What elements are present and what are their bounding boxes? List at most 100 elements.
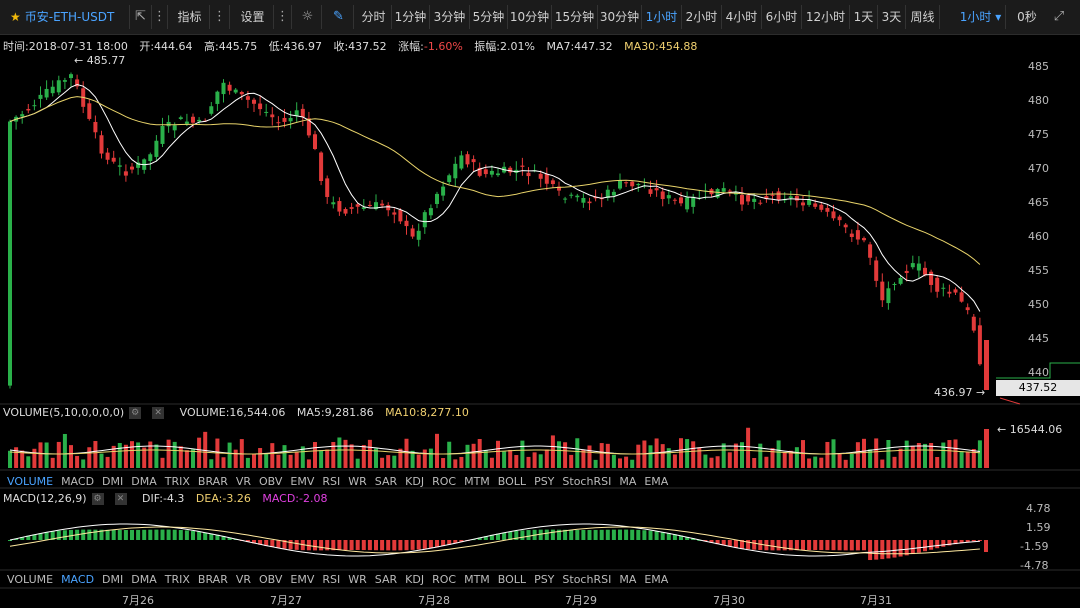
volume-bar (910, 446, 915, 468)
candle-body (130, 166, 134, 170)
volume-bar (32, 448, 37, 468)
macd-bar (123, 529, 128, 540)
candle-body (892, 283, 897, 285)
indicator-tab-mtm[interactable]: MTM (464, 573, 490, 586)
macd-header: MACD(12,26,9) ⚙ ✕ DIF:-4.3 DEA:-3.26 MACD:… (3, 492, 335, 505)
volume-bar (349, 444, 354, 468)
indicator-tab-brar[interactable]: BRAR (198, 573, 228, 586)
volume-bar (75, 455, 80, 468)
indicator-tab-trix[interactable]: TRIX (165, 475, 190, 488)
indicator-tab-roc[interactable]: ROC (432, 475, 456, 488)
macd-bar (923, 540, 927, 552)
indicator-tab-brar[interactable]: BRAR (198, 475, 228, 488)
candle-body (258, 103, 263, 110)
indicator-tab-vr[interactable]: VR (236, 573, 251, 586)
indicator-tab-volume[interactable]: VOLUME (7, 475, 53, 488)
indicator-tab-obv[interactable]: OBV (259, 573, 282, 586)
volume-bar (947, 440, 952, 468)
indicator-tab-dma[interactable]: DMA (131, 475, 157, 488)
candle-body (197, 119, 202, 122)
indicator-tab-emv[interactable]: EMV (290, 475, 314, 488)
macd-bar (605, 529, 610, 540)
indicator-tab-ema[interactable]: EMA (644, 573, 668, 586)
indicator-tab-roc[interactable]: ROC (432, 573, 456, 586)
macd-bar (288, 540, 293, 550)
indicator-tab-boll[interactable]: BOLL (498, 573, 526, 586)
candle-body (178, 117, 183, 119)
volume-bar (679, 438, 683, 468)
volume-bar (508, 449, 513, 468)
volume-bar (709, 457, 714, 468)
indicator-tab-dmi[interactable]: DMI (102, 475, 123, 488)
macd-bar (660, 532, 665, 540)
indicator-tab-psy[interactable]: PSY (534, 475, 554, 488)
indicator-tab-sar[interactable]: SAR (375, 475, 397, 488)
volume-bar (50, 457, 55, 468)
macd-tick: -4.78 (1020, 559, 1049, 572)
candle-body (837, 216, 842, 221)
volume-bar (93, 441, 98, 468)
indicator-tab-stochrsi[interactable]: StochRSI (562, 475, 611, 488)
macd-bar (971, 540, 976, 542)
macd-bar (654, 531, 659, 540)
macd-bar (398, 540, 403, 551)
candle-body (660, 191, 665, 200)
indicator-tab-rsi[interactable]: RSI (322, 475, 340, 488)
volume-bar (166, 439, 171, 468)
indicator-tab-dmi[interactable]: DMI (102, 573, 123, 586)
volume-settings-icon[interactable]: ⚙ (129, 407, 142, 419)
indicator-tab-kdj[interactable]: KDJ (405, 475, 424, 488)
volume-bar (123, 444, 128, 468)
indicator-tab-volume[interactable]: VOLUME (7, 573, 53, 586)
indicator-tab-rsi[interactable]: RSI (322, 573, 340, 586)
indicator-tab-ma[interactable]: MA (619, 573, 636, 586)
macd-bar (154, 529, 159, 540)
macd-bar (752, 540, 757, 550)
volume-bar (447, 441, 452, 468)
indicator-tab-vr[interactable]: VR (236, 475, 251, 488)
candle-body (843, 224, 848, 228)
volume-bar (294, 451, 299, 468)
volume-bar (965, 451, 970, 468)
candle-body (87, 103, 92, 119)
indicator-tab-stochrsi[interactable]: StochRSI (562, 573, 611, 586)
macd-bar (868, 540, 873, 561)
macd-close-icon[interactable]: ✕ (114, 493, 127, 505)
candle-body (184, 121, 189, 124)
volume-bar (727, 452, 732, 468)
macd-settings-icon[interactable]: ⚙ (91, 493, 104, 505)
indicator-tab-obv[interactable]: OBV (259, 475, 282, 488)
volume-bar (825, 441, 830, 468)
candle-body (331, 202, 336, 205)
indicator-tab-ma[interactable]: MA (619, 475, 636, 488)
indicator-tab-mtm[interactable]: MTM (464, 475, 490, 488)
indicator-tab-wr[interactable]: WR (348, 573, 367, 586)
indicator-tab-dma[interactable]: DMA (131, 573, 157, 586)
indicator-tab-wr[interactable]: WR (348, 475, 367, 488)
macd-dif: DIF:-4.3 (142, 492, 185, 505)
macd-bar (630, 529, 635, 540)
indicator-tab-kdj[interactable]: KDJ (405, 573, 424, 586)
indicator-tab-ema[interactable]: EMA (644, 475, 668, 488)
volume-bar (483, 450, 488, 468)
kline-chart[interactable] (0, 0, 1080, 606)
volume-bar (721, 443, 726, 468)
volume-bar (630, 459, 635, 468)
macd-bar (544, 529, 549, 540)
indicator-tab-boll[interactable]: BOLL (498, 475, 526, 488)
indicator-tab-emv[interactable]: EMV (290, 573, 314, 586)
indicator-tab-macd[interactable]: MACD (61, 475, 94, 488)
volume-bar (471, 443, 476, 468)
indicator-tab-sar[interactable]: SAR (375, 573, 397, 586)
candle-body (776, 191, 781, 201)
macd-bar (111, 529, 116, 540)
volume-bar (227, 442, 232, 468)
indicator-tab-macd[interactable]: MACD (61, 573, 94, 586)
indicator-tab-psy[interactable]: PSY (534, 573, 554, 586)
volume-close-icon[interactable]: ✕ (152, 407, 165, 419)
indicator-tab-trix[interactable]: TRIX (165, 573, 190, 586)
volume-bar (532, 452, 537, 468)
candle-body (727, 190, 732, 192)
candle-body (69, 74, 73, 79)
candle-body (270, 114, 275, 118)
